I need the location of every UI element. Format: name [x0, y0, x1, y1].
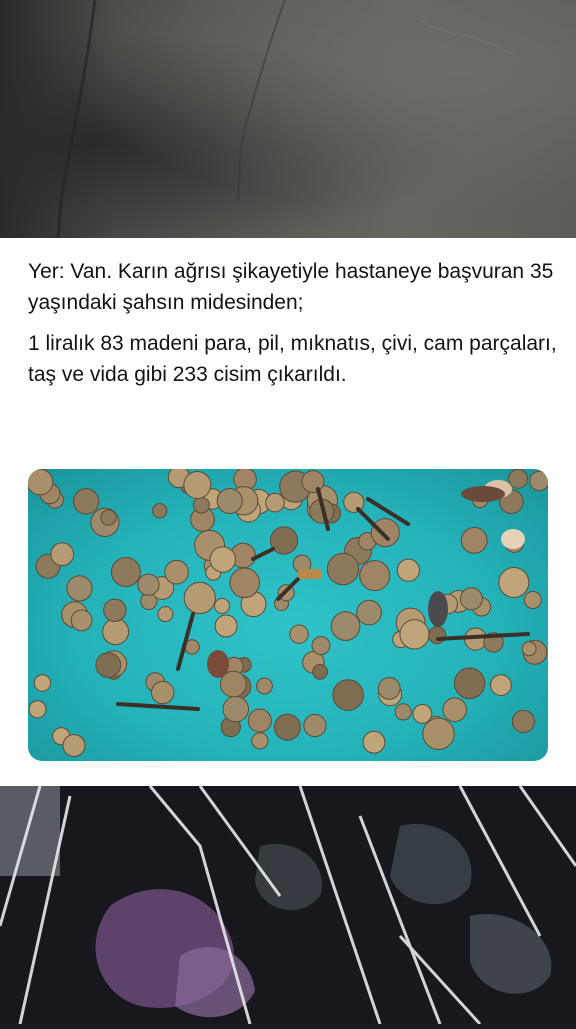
stone-fragment — [461, 486, 505, 502]
coin — [183, 581, 216, 615]
coin — [311, 636, 331, 656]
coin — [422, 717, 455, 750]
coin — [110, 557, 141, 587]
coin — [192, 496, 210, 514]
coin — [247, 708, 272, 733]
coin — [508, 469, 528, 489]
coin — [33, 674, 52, 692]
camera-background-wall — [0, 0, 576, 238]
coin — [95, 652, 122, 679]
coin — [62, 734, 86, 757]
coin — [164, 559, 189, 585]
wall-crack-texture — [56, 0, 521, 238]
coin — [103, 598, 127, 623]
coin — [73, 488, 100, 515]
coin — [362, 730, 386, 754]
coin — [521, 641, 537, 657]
coin — [442, 697, 468, 722]
coin — [303, 713, 327, 738]
coin — [273, 713, 301, 741]
coin — [100, 509, 117, 526]
coin — [460, 527, 488, 554]
coin — [523, 591, 542, 609]
coin — [209, 546, 237, 573]
coin — [529, 470, 548, 492]
coin — [216, 488, 243, 514]
coin — [183, 471, 212, 499]
coin — [157, 606, 174, 623]
stone-fragment — [501, 529, 525, 549]
coin — [511, 709, 535, 734]
stone-fragment — [207, 650, 229, 678]
coin — [301, 470, 325, 494]
coin — [370, 518, 400, 548]
coin — [70, 609, 93, 632]
battery — [298, 569, 322, 579]
coin — [289, 624, 309, 644]
coin — [214, 597, 230, 614]
coin — [428, 626, 447, 645]
coin — [490, 674, 512, 697]
tweet-card: Yer: Van. Karın ağrısı şikayetiyle hasta… — [0, 238, 576, 786]
nail — [251, 547, 275, 561]
coin — [152, 503, 168, 519]
coin — [459, 587, 483, 611]
shirt-pattern — [0, 785, 576, 1026]
nail — [436, 632, 530, 641]
nail — [116, 702, 200, 711]
coin — [265, 492, 285, 513]
coin — [214, 614, 238, 638]
coin — [222, 695, 250, 723]
coin — [28, 469, 54, 496]
tweet-paragraph-location: Yer: Van. Karın ağrısı şikayetiyle hasta… — [28, 260, 554, 314]
coin — [356, 599, 382, 626]
coin — [377, 677, 401, 700]
coin — [399, 619, 430, 650]
stone-fragment — [428, 591, 448, 627]
tweet-text: Yer: Van. Karın ağrısı şikayetiyle hasta… — [28, 256, 558, 400]
coin — [28, 700, 47, 719]
coin — [151, 680, 175, 705]
camera-foreground-shirt — [0, 785, 576, 1026]
coin — [330, 611, 361, 641]
objects-on-table-illustration — [28, 469, 548, 757]
tweet-media-photo[interactable] — [28, 469, 548, 761]
coin — [326, 552, 360, 586]
coin — [312, 664, 328, 680]
coin — [498, 567, 530, 598]
coin — [229, 567, 260, 599]
coin — [251, 732, 269, 750]
coin — [394, 703, 412, 721]
coin — [102, 618, 130, 646]
coin — [50, 542, 75, 567]
coin — [359, 560, 391, 592]
coin — [256, 677, 273, 695]
coin — [66, 575, 93, 602]
tweet-paragraph-items: 1 liralık 83 madeni para, pil, mıknatıs,… — [28, 332, 557, 386]
coin — [332, 679, 364, 711]
coin — [453, 667, 486, 700]
coin — [396, 558, 420, 582]
coin — [137, 573, 160, 596]
